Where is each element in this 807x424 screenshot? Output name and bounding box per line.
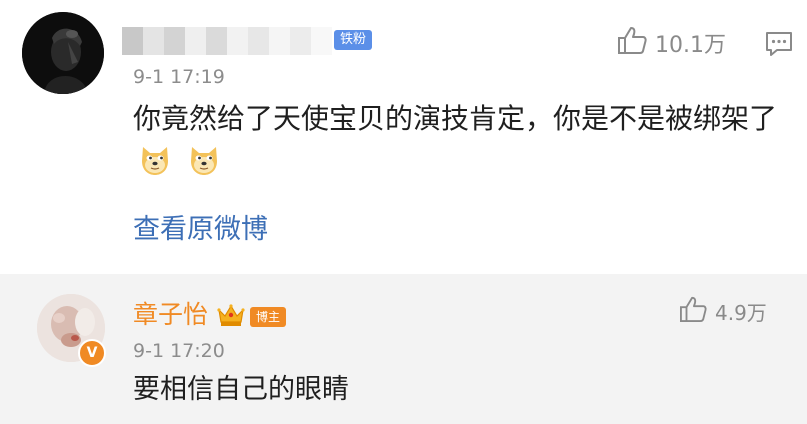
blogger-badge: 博主 [250, 307, 287, 327]
view-original-weibo-link[interactable]: 查看原微博 [133, 212, 268, 248]
comment-text: 你竟然给了天使宝贝的演技肯定，你是不是被绑架了 [133, 96, 783, 190]
reply-timestamp: 9-1 17:20 [133, 340, 225, 362]
verified-badge: V [78, 339, 106, 367]
thumbs-up-icon [679, 296, 707, 327]
avatar-photo [22, 12, 104, 94]
like-button[interactable]: 10.1万 [617, 26, 726, 60]
doge-emoji-icon [186, 141, 222, 190]
blurred-username[interactable] [122, 27, 332, 55]
comment-timestamp: 9-1 17:19 [133, 66, 225, 88]
doge-emoji-icon [137, 141, 173, 190]
like-count: 10.1万 [655, 33, 726, 58]
like-count: 4.9万 [715, 301, 767, 325]
avatar[interactable] [22, 12, 104, 94]
comment-text-body: 你竟然给了天使宝贝的演技肯定，你是不是被绑架了 [133, 102, 778, 135]
comment-card: 铁粉 10.1万 9-1 17:19 你竟然给了天使宝贝的演技肯定，你是不是被绑… [0, 0, 807, 274]
like-button[interactable]: 4.9万 [679, 296, 767, 327]
reply-comment-icon[interactable] [765, 31, 793, 61]
reply-text: 要相信自己的眼睛 [133, 374, 349, 405]
fan-badge: 铁粉 [334, 30, 373, 50]
reply-username[interactable]: 章子怡 [133, 298, 208, 332]
crown-icon [217, 302, 245, 332]
thumbs-up-icon [617, 26, 647, 60]
